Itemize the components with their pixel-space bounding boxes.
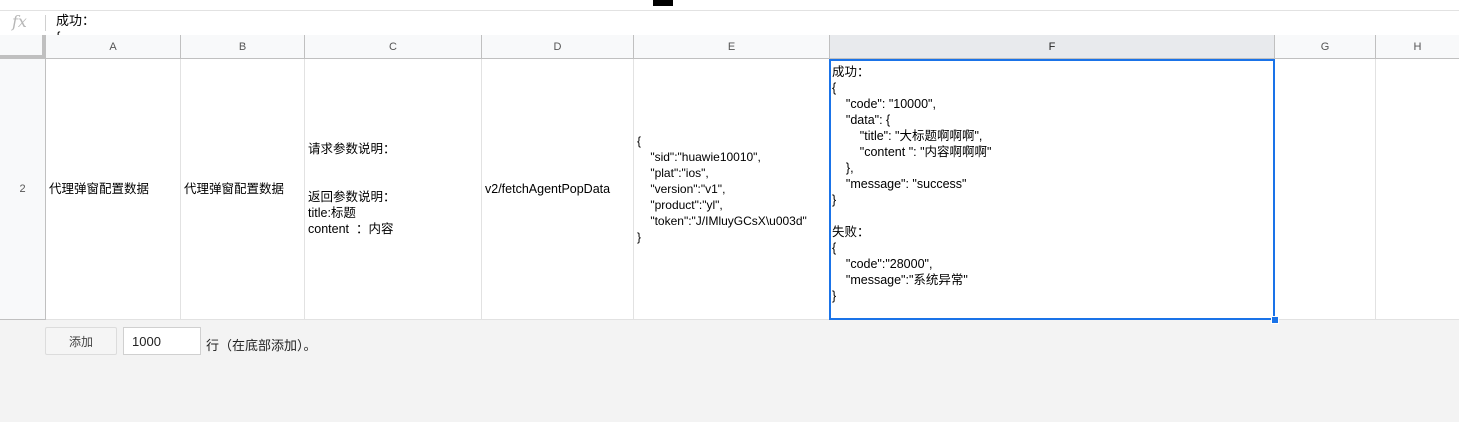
fx-icon: fx bbox=[12, 12, 27, 31]
column-header-a[interactable]: A bbox=[46, 35, 181, 59]
rows-count-input[interactable] bbox=[123, 327, 201, 355]
cell-d2[interactable]: v2/fetchAgentPopData bbox=[482, 59, 634, 320]
formula-bar: fx 成功： { bbox=[0, 11, 1459, 36]
cell-a2-text: 代理弹窗配置数据 bbox=[49, 182, 150, 196]
top-toolbar-strip bbox=[0, 0, 1459, 11]
cell-a2[interactable]: 代理弹窗配置数据 bbox=[46, 59, 181, 320]
cell-b2-text: 代理弹窗配置数据 bbox=[184, 182, 285, 196]
cell-c2-text: 请求参数说明： 返回参数说明： title:标题 content ：内容 bbox=[308, 142, 396, 236]
column-header-g[interactable]: G bbox=[1275, 35, 1376, 59]
cell-c2[interactable]: 请求参数说明： 返回参数说明： title:标题 content ：内容 bbox=[305, 59, 482, 320]
column-header-h[interactable]: H bbox=[1376, 35, 1459, 59]
add-rows-bar: 添加 行（在底部添加）。 bbox=[0, 321, 1459, 422]
cell-b2[interactable]: 代理弹窗配置数据 bbox=[181, 59, 305, 320]
formula-bar-input[interactable]: 成功： { bbox=[56, 13, 1453, 35]
spreadsheet-grid: A B C D E F G H 2 代理弹窗配置数据 代理弹窗配置数据 请求参数… bbox=[0, 35, 1459, 324]
column-header-d[interactable]: D bbox=[482, 35, 634, 59]
formula-bar-divider bbox=[45, 15, 46, 31]
fill-handle[interactable] bbox=[1271, 316, 1279, 324]
cell-d2-text: v2/fetchAgentPopData bbox=[485, 182, 611, 196]
add-rows-label: 行（在底部添加）。 bbox=[206, 338, 317, 353]
cell-e2-text: { "sid":"huawie10010", "plat":"ios", "ve… bbox=[637, 134, 807, 244]
row-header-2[interactable]: 2 bbox=[0, 59, 46, 320]
cell-e2[interactable]: { "sid":"huawie10010", "plat":"ios", "ve… bbox=[634, 59, 830, 320]
cell-g2[interactable] bbox=[1275, 59, 1376, 320]
cell-f2-text: 成功： { "code": "10000", "data": { "title"… bbox=[832, 65, 992, 303]
column-header-c[interactable]: C bbox=[305, 35, 482, 59]
column-header-b[interactable]: B bbox=[181, 35, 305, 59]
column-header-f[interactable]: F bbox=[830, 35, 1275, 59]
select-all-corner[interactable] bbox=[0, 35, 46, 59]
add-rows-button[interactable]: 添加 bbox=[45, 327, 117, 355]
cell-f2[interactable]: 成功： { "code": "10000", "data": { "title"… bbox=[829, 59, 1275, 320]
cell-h2[interactable] bbox=[1376, 59, 1459, 320]
toolbar-marker bbox=[653, 0, 673, 6]
column-header-e[interactable]: E bbox=[634, 35, 830, 59]
